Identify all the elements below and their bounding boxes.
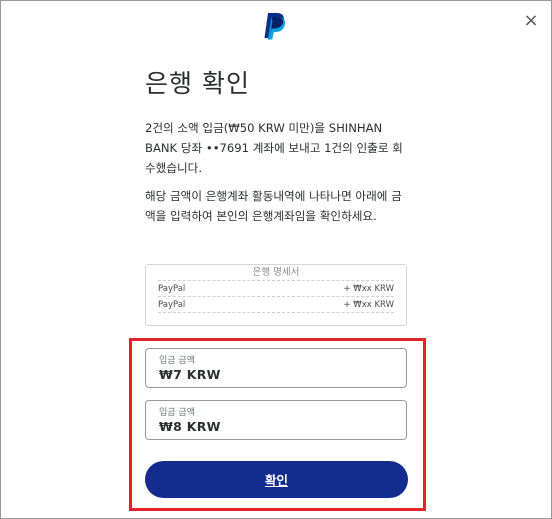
deposit-amount-label: 입금 금액 (159, 356, 195, 366)
statement-row-amount: + ₩xx KRW (343, 284, 394, 294)
close-icon: × (523, 10, 539, 31)
bank-statement-example: 은행 명세서 PayPal + ₩xx KRW PayPal + ₩xx KRW (145, 264, 407, 326)
deposit-amount-field-2[interactable]: 입금 금액 ₩8 KRW (145, 400, 407, 440)
close-button[interactable]: × (519, 9, 543, 33)
deposit-info-text: 2건의 소액 입금(₩50 KRW 미만)을 SHINHAN BANK 당좌 •… (145, 121, 403, 175)
deposit-amount-field-1[interactable]: 입금 금액 ₩7 KRW (145, 348, 407, 388)
statement-row: PayPal + ₩xx KRW (158, 296, 394, 313)
statement-row-name: PayPal (158, 300, 186, 310)
paypal-logo-icon (264, 13, 286, 40)
statement-row-name: PayPal (158, 284, 186, 294)
statement-header: 은행 명세서 (252, 267, 300, 278)
confirm-button[interactable]: 확인 (145, 461, 408, 498)
deposit-amount-value[interactable]: ₩7 KRW (159, 367, 221, 382)
instruction-text: 해당 금액이 은행계좌 활동내역에 나타나면 아래에 금액을 입력하여 본인의 … (145, 189, 402, 223)
deposit-amount-value[interactable]: ₩8 KRW (159, 419, 221, 434)
statement-row-amount: + ₩xx KRW (343, 300, 394, 310)
deposit-amount-label: 입금 금액 (159, 408, 195, 418)
statement-row: PayPal + ₩xx KRW (158, 280, 394, 296)
page-title: 은행 확인 (145, 69, 250, 98)
